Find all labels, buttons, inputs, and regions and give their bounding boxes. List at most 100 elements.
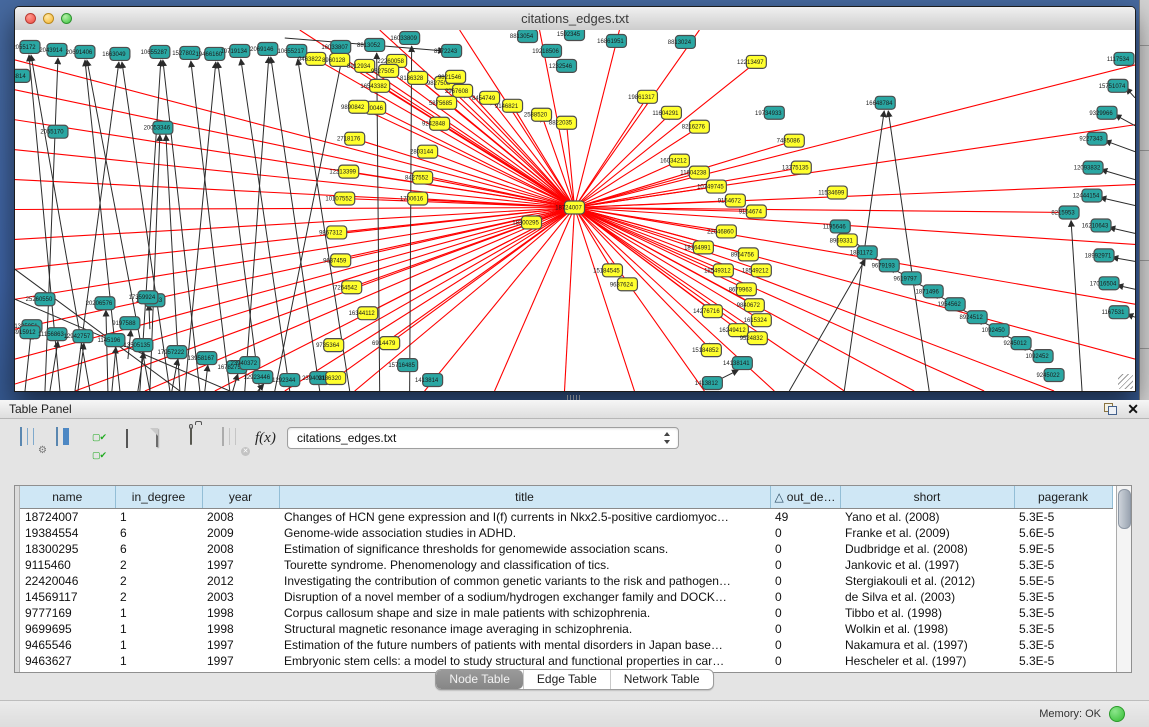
table-cell[interactable]: Jankovic et al. (1997) [840,557,1014,573]
table-cell[interactable]: 0 [770,637,840,653]
table-cell[interactable]: Structural magnetic resonance image aver… [279,621,770,637]
table-cell[interactable]: 0 [770,525,840,541]
table-header-row[interactable]: namein_degreeyeartitle△out_de…shortpager… [20,486,1112,509]
window-resize-grip[interactable] [1118,374,1133,389]
table-cell[interactable]: Stergiakouli et al. (2012) [840,573,1014,589]
table-cell[interactable]: 2 [115,589,202,605]
table-cell[interactable]: 22420046 [20,573,115,589]
table-panel-titlebar[interactable]: Table Panel ✕ [0,400,1149,419]
column-header-year[interactable]: year [202,486,279,509]
table-cell[interactable]: Investigating the contribution of common… [279,573,770,589]
table-cell[interactable]: Disruption of a novel member of a sodium… [279,589,770,605]
table-cell[interactable]: Franke et al. (2009) [840,525,1014,541]
citation-edge[interactable] [575,208,1055,391]
citation-edge[interactable] [575,62,757,208]
citation-edge[interactable] [78,343,84,391]
citation-edge[interactable] [233,374,238,391]
tab-edge-table[interactable]: Edge Table [523,670,610,689]
rows-icon[interactable] [126,430,150,454]
table-cell[interactable]: 5.6E-5 [1014,525,1112,541]
tab-network-table[interactable]: Network Table [610,670,713,689]
table-cell[interactable]: 18300295 [20,541,115,557]
table-cell[interactable]: 9699695 [20,621,115,637]
table-cell[interactable]: Tourette syndrome. Phenomenology and cla… [279,557,770,573]
table-cell[interactable]: de Silva et al. (2003) [840,589,1014,605]
network-canvas[interactable]: 2055172204391420691406166304910655287152… [15,30,1135,391]
table-cell[interactable]: Genome-wide association studies in ADHD. [279,525,770,541]
table-cell[interactable]: 9463627 [20,653,115,669]
citation-edge[interactable] [1115,115,1135,126]
table-cell[interactable]: 18724007 [20,509,115,526]
table-cell[interactable]: 1 [115,605,202,621]
citation-edge[interactable] [341,208,575,261]
table-row[interactable]: 946554611997Estimation of the future num… [20,637,1112,653]
table-cell[interactable]: 5.9E-5 [1014,541,1112,557]
table-cell[interactable]: 5.3E-5 [1014,637,1112,653]
table-cell[interactable]: Tibbo et al. (1998) [840,605,1014,621]
table-cell[interactable]: Changes of HCN gene expression and I(f) … [279,509,770,526]
new-document-icon[interactable] [156,429,180,453]
table-cell[interactable]: Corpus callosum shape and size in male p… [279,605,770,621]
table-cell[interactable]: Dudbridge et al. (2008) [840,541,1014,557]
table-cell[interactable]: 0 [770,605,840,621]
row-checks-icon[interactable]: ▢✔▢✔ [92,427,116,451]
table-cell[interactable]: Yano et al. (2008) [840,509,1014,526]
table-cell[interactable]: Wolkin et al. (1998) [840,621,1014,637]
table-cell[interactable]: 9115460 [20,557,115,573]
citation-edge[interactable] [1071,220,1082,391]
table-cell[interactable]: 14569117 [20,589,115,605]
memory-ok-indicator[interactable] [1109,706,1125,722]
table-cell[interactable]: 1997 [202,637,279,653]
close-panel-icon[interactable]: ✕ [1127,401,1139,417]
citation-edge[interactable] [25,333,31,391]
citation-edge[interactable] [15,208,575,385]
table-cell[interactable]: 1 [115,637,202,653]
table-cell[interactable]: 9465546 [20,637,115,653]
table-row[interactable]: 1456911722003Disruption of a novel membe… [20,589,1112,605]
table-cell[interactable]: 1 [115,509,202,526]
table-row[interactable]: 911546021997Tourette syndrome. Phenomeno… [20,557,1112,573]
citation-edge[interactable] [1105,141,1135,152]
table-cell[interactable]: 6 [115,525,202,541]
network-graph[interactable]: 2055172204391420691406166304910655287152… [15,30,1135,391]
table-cell[interactable]: Hescheler et al. (1997) [840,653,1014,669]
table-row[interactable]: 1872400712008Changes of HCN gene express… [20,509,1112,526]
table-row[interactable]: 1938455462009Genome-wide association stu… [20,525,1112,541]
table-row[interactable]: 977716911998Corpus callosum shape and si… [20,605,1112,621]
table-row[interactable]: 946362711997Embryonic stem cells: a mode… [20,653,1112,669]
column-header-outde[interactable]: △out_de… [770,486,840,509]
citation-edge[interactable] [495,208,575,391]
table-cell[interactable]: 0 [770,653,840,669]
column-header-indegree[interactable]: in_degree [115,486,202,509]
table-settings-icon[interactable]: ⚙ [20,428,44,452]
citation-edge[interactable] [575,208,985,391]
table-cell[interactable]: 5.3E-5 [1014,605,1112,621]
table-cell[interactable]: Estimation of the future numbers of pati… [279,637,770,653]
citation-edge[interactable] [575,208,762,271]
table-cell[interactable]: 2008 [202,509,279,526]
citation-edge[interactable] [410,46,412,391]
table-cell[interactable]: 2008 [202,541,279,557]
scrollbar-thumb[interactable] [1118,489,1131,529]
table-cell[interactable]: 1 [115,621,202,637]
select-columns-icon[interactable] [56,428,80,452]
table-cell[interactable]: 0 [770,589,840,605]
citation-edge[interactable] [1109,227,1135,233]
table-cell[interactable]: Estimation of significance thresholds fo… [279,541,770,557]
citation-edge[interactable] [565,208,575,391]
citation-edge[interactable] [440,124,575,208]
vertical-scrollbar[interactable] [1116,486,1131,672]
citation-edge[interactable] [1100,198,1135,206]
citation-edge[interactable] [205,365,208,391]
citation-edge[interactable] [15,208,575,360]
citation-edge[interactable] [1101,170,1135,180]
table-cell[interactable]: 6 [115,541,202,557]
citation-edge[interactable] [888,111,929,391]
column-header-name[interactable]: name [20,486,115,509]
citation-edge[interactable] [575,208,1070,213]
citation-edge[interactable] [185,62,216,391]
table-cell[interactable]: 2012 [202,573,279,589]
table-cell[interactable]: 1997 [202,653,279,669]
table-cell[interactable]: 2003 [202,589,279,605]
citation-edge[interactable] [575,65,1135,208]
